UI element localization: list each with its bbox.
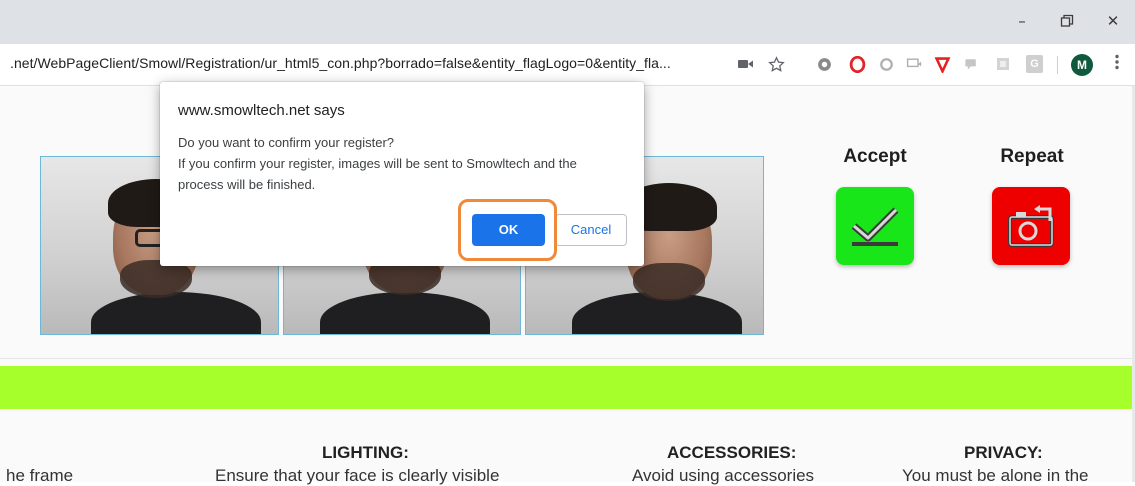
checkmark-icon	[851, 207, 899, 246]
accept-label: Accept	[843, 146, 907, 167]
bookmark-star-icon[interactable]	[767, 55, 785, 73]
browser-menu-icon[interactable]	[1110, 54, 1124, 76]
tip-text-frame: he frame	[6, 466, 74, 485]
extension-gear-icon[interactable]	[815, 55, 833, 73]
browser-toolbar: .net/WebPageClient/Smowl/Registration/ur…	[0, 44, 1135, 86]
ok-button-highlight	[458, 199, 557, 261]
minimize-button[interactable]: –	[1011, 10, 1033, 32]
dialog-message-line-3: process will be finished.	[178, 177, 316, 192]
circle-extension-icon[interactable]	[877, 55, 895, 73]
tip-text-accessories: Avoid using accessories	[632, 466, 815, 485]
dialog-title: www.smowltech.net says	[178, 102, 345, 119]
dialog-message-line-2: If you confirm your register, images wil…	[178, 156, 577, 171]
shield-extension-icon[interactable]	[933, 55, 951, 73]
camera-icon[interactable]	[737, 55, 755, 73]
close-button[interactable]: ✕	[1102, 10, 1124, 32]
tip-title-privacy: PRIVACY:	[964, 443, 1043, 462]
tip-text-lighting: Ensure that your face is clearly visible	[215, 466, 500, 485]
restore-button[interactable]	[1056, 10, 1078, 32]
progress-banner	[0, 366, 1132, 409]
chat-extension-icon[interactable]	[962, 55, 980, 73]
address-bar[interactable]: .net/WebPageClient/Smowl/Registration/ur…	[10, 55, 671, 75]
accept-button[interactable]	[836, 187, 914, 265]
toolbar-separator	[1057, 56, 1058, 74]
section-divider	[0, 358, 1132, 359]
window-title-bar: – ✕	[0, 0, 1135, 44]
tip-title-lighting: LIGHTING:	[322, 443, 409, 462]
tip-title-accessories: ACCESSORIES:	[667, 443, 797, 462]
repeat-label: Repeat	[1000, 146, 1064, 167]
dialog-message-line-1: Do you want to confirm your register?	[178, 135, 395, 150]
cancel-button[interactable]: Cancel	[555, 214, 627, 246]
repeat-button[interactable]	[992, 187, 1070, 265]
profile-avatar[interactable]: M	[1071, 54, 1093, 76]
grid-extension-icon[interactable]	[994, 55, 1012, 73]
cast-extension-icon[interactable]	[905, 55, 923, 73]
g-extension-icon[interactable]: G	[1026, 55, 1043, 73]
restore-icon	[1060, 14, 1074, 27]
retake-camera-icon	[1008, 205, 1054, 247]
tip-text-privacy: You must be alone in the	[902, 466, 1089, 485]
opera-extension-icon[interactable]	[848, 55, 866, 73]
